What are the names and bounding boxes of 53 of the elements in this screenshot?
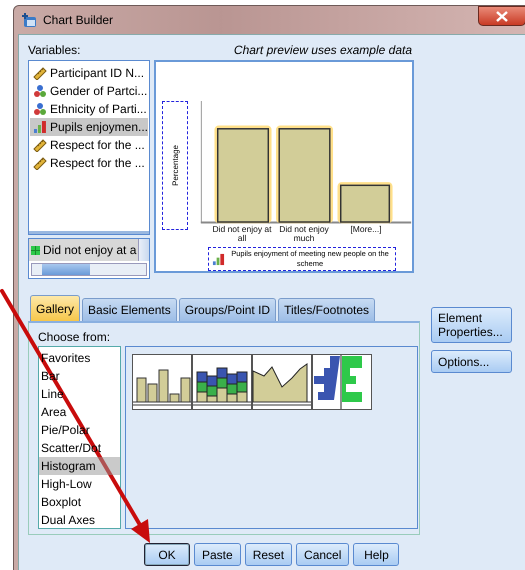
bar-chart-icon: [33, 120, 47, 134]
pyramid-chart-thumbnail[interactable]: [312, 354, 372, 410]
preview-note: Chart preview uses example data: [234, 43, 412, 57]
category-label: [More...]: [349, 225, 383, 236]
bar-chart-icon: [212, 252, 225, 266]
dialog-button[interactable]: Reset: [244, 543, 292, 566]
tab[interactable]: Groups/Point ID: [178, 298, 276, 321]
variable-item[interactable]: Respect for the ...: [30, 136, 148, 154]
ruler-icon: [33, 156, 47, 170]
category-item[interactable]: Did not enjoy at a: [29, 239, 138, 261]
variable-item[interactable]: Pupils enjoymen...: [30, 118, 148, 136]
side-button[interactable]: Element Properties...: [431, 307, 512, 343]
variables-label: Variables:: [28, 43, 80, 57]
horizontal-scrollbar[interactable]: [31, 263, 147, 276]
square-icon: [31, 246, 40, 254]
stacked-bar-chart-thumbnail[interactable]: [192, 354, 252, 410]
dialog-button[interactable]: OK: [144, 543, 190, 566]
category-list[interactable]: Did not enjoy at a: [28, 238, 150, 279]
variable-item[interactable]: Respect for the ...: [30, 154, 148, 172]
choose-from-label: Choose from:: [38, 330, 112, 344]
variable-item[interactable]: Participant ID N...: [30, 64, 148, 82]
close-icon: [496, 10, 508, 22]
dialog-button[interactable]: Cancel: [296, 543, 350, 566]
variables-list[interactable]: Participant ID N... Gender of Partci... Ethnicity of Parti... Pupils enjoymen... Respect for the ... Respect for the ...: [28, 60, 150, 235]
variable-item[interactable]: Ethnicity of Parti...: [30, 100, 148, 118]
tab[interactable]: Basic Elements: [82, 298, 177, 321]
bar[interactable]: [214, 126, 272, 224]
area-chart-thumbnail[interactable]: [252, 354, 312, 410]
circles-icon: [33, 84, 47, 98]
ruler-icon: [33, 138, 47, 152]
window-title: Chart Builder: [43, 13, 114, 27]
close-button[interactable]: [478, 6, 525, 26]
category-label: Did not enjoy much: [278, 225, 330, 243]
chart-type-item[interactable]: Dual Axes: [39, 511, 120, 529]
bar[interactable]: [338, 182, 393, 224]
chart-type-item[interactable]: Area: [39, 403, 120, 421]
tab[interactable]: Gallery: [30, 295, 80, 321]
bar[interactable]: [276, 126, 334, 224]
chart-app-icon: [21, 12, 37, 28]
chart-type-item[interactable]: Boxplot: [39, 493, 120, 511]
dialog-button[interactable]: Help: [353, 543, 400, 566]
category-label: Did not enjoy at all: [212, 225, 272, 243]
y-axis-label[interactable]: Percentage: [162, 101, 188, 230]
side-button[interactable]: Options...: [431, 350, 512, 373]
ruler-icon: [33, 66, 47, 80]
chart-type-item[interactable]: High-Low: [39, 475, 120, 493]
bar-chart-thumbnail[interactable]: [132, 354, 192, 410]
tab[interactable]: Titles/Footnotes: [278, 298, 376, 321]
chart-type-item[interactable]: Histogram: [39, 457, 120, 475]
circles-icon: [33, 102, 47, 116]
variable-item[interactable]: Gender of Partci...: [30, 82, 148, 100]
dialog-button[interactable]: Paste: [194, 543, 241, 566]
vertical-scrollbar[interactable]: [138, 239, 149, 261]
